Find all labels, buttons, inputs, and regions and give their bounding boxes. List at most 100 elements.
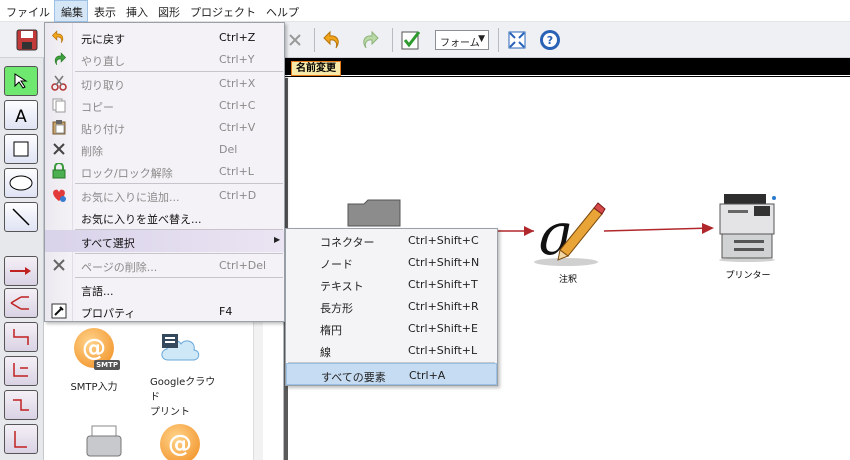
submenu-item-shortcut: Ctrl+Shift+L [408,344,478,357]
submenu-item-label: コネクター [320,236,375,249]
connector-annotation-printer [603,227,713,232]
select-all-submenu: コネクター Ctrl+Shift+C ノード Ctrl+Shift+N テキスト… [285,228,498,386]
menu-item-language[interactable]: 言語... [45,278,284,300]
select-tool[interactable] [4,66,38,96]
undo-icon [323,30,339,49]
ellipse-tool[interactable] [4,168,38,198]
rectangle-tool[interactable] [4,134,38,164]
fit-button[interactable] [504,27,530,53]
submenu-item-node[interactable]: ノード Ctrl+Shift+N [286,251,497,273]
menu-item-paste[interactable]: 貼り付け Ctrl+V [45,116,284,138]
printer-node-label: プリンター [725,271,771,281]
elbow-connector-icon [14,431,27,448]
menu-item-shortcut: Ctrl+Z [219,31,256,44]
menu-project[interactable]: プロジェクト [184,0,260,22]
form-select[interactable]: フォーム ▼ [435,30,489,50]
menu-item-delete[interactable]: 削除 Del [45,138,284,160]
menu-insert[interactable]: 挿入 [120,0,152,22]
menu-help[interactable]: ヘルプ [260,0,303,22]
menu-view[interactable]: 表示 [88,0,120,22]
library-item-imap[interactable]: @ [140,424,220,460]
submenu-item-shortcut: Ctrl+Shift+E [408,322,478,335]
scissors-icon [51,75,67,91]
help-button[interactable]: ? [537,27,563,53]
library-scrollbar[interactable] [253,320,263,460]
menu-item-shortcut: Ctrl+C [219,99,256,112]
pointer-icon [14,73,28,89]
menu-item-shortcut: Ctrl+V [219,121,256,134]
menu-item-label: プロパティ [81,307,136,320]
submenu-item-text[interactable]: テキスト Ctrl+Shift+T [286,273,497,295]
library-item-label: Googleクラウド プリント [150,377,216,418]
menu-item-shortcut: Ctrl+X [219,77,256,90]
menu-item-delete-page[interactable]: ページの削除... Ctrl+Del [45,254,284,276]
line-tool[interactable] [4,202,38,232]
submenu-arrow-icon: ▶ [274,235,281,244]
menu-item-shortcut: Ctrl+L [219,165,254,178]
menu-item-cut[interactable]: 切り取り Ctrl+X [45,72,284,94]
library-item-google-cloud-print[interactable]: Googleクラウド プリント [140,328,220,418]
folder-icon [347,199,401,227]
submenu-item-label: 長方形 [320,302,353,315]
text-icon: A [15,107,27,124]
delete-page-icon [53,259,65,271]
submenu-item-shortcut: Ctrl+Shift+R [408,300,479,313]
annotation-node-icon[interactable]: a [532,198,606,266]
branch-connector-tool[interactable] [4,288,38,318]
edit-menu: 元に戻す Ctrl+Z やり直し Ctrl+Y 切り取り Ctrl+X コピー … [44,22,285,322]
text-tool[interactable]: A [4,100,38,130]
redo-button[interactable] [356,27,382,53]
save-button[interactable] [14,27,40,53]
toolbar-separator [314,28,315,52]
branch-icon [10,296,29,310]
redo-icon [363,30,379,49]
printer-node-icon[interactable] [714,190,780,262]
annotation-node-label: 注釈 [558,275,577,285]
menu-item-properties[interactable]: プロパティ F4 [45,300,284,322]
library-item-printer[interactable] [64,424,144,460]
undo-button[interactable] [320,27,346,53]
lock-icon [52,163,66,179]
menu-edit[interactable]: 編集 [54,0,88,22]
toolbar-separator [498,28,499,52]
library-item-smtp[interactable]: @ SMTP SMTP入力 [54,328,134,393]
menu-item-label: お気に入りを並べ替え... [81,213,202,226]
menu-item-lock[interactable]: ロック/ロック解除 Ctrl+L [45,160,284,182]
library-item-label: SMTP入力 [70,382,118,393]
submenu-item-shortcut: Ctrl+A [409,369,446,382]
menu-item-select-all[interactable]: すべて選択 ▶ [45,230,284,252]
submenu-item-rectangle[interactable]: 長方形 Ctrl+Shift+R [286,295,497,317]
submenu-item-label: テキスト [320,280,364,293]
submenu-item-ellipse[interactable]: 楕円 Ctrl+Shift+E [286,317,497,339]
delete-button[interactable] [282,27,308,53]
help-icon: ? [540,30,560,50]
menu-item-shortcut: F4 [219,305,233,318]
elbow-connector-icon [13,399,29,411]
menu-file[interactable]: ファイル [0,0,54,22]
menu-item-redo[interactable]: やり直し Ctrl+Y [45,48,284,70]
menu-item-label: 貼り付け [81,123,125,136]
copy-icon [52,98,66,113]
submenu-item-connector[interactable]: コネクター Ctrl+Shift+C [286,229,497,251]
submenu-item-line[interactable]: 線 Ctrl+Shift+L [286,339,497,361]
elbow-connector-tool-2[interactable] [4,356,38,386]
menu-item-sort-favorites[interactable]: お気に入りを並べ替え... [45,206,284,228]
menu-item-label: 削除 [81,145,103,158]
submenu-item-all-elements[interactable]: すべての要素 Ctrl+A [286,363,497,385]
tool-strip: A [0,58,44,460]
page-tab-rename[interactable]: 名前変更 [291,61,341,76]
submenu-item-shortcut: Ctrl+Shift+T [408,278,478,291]
menu-item-undo[interactable]: 元に戻す Ctrl+Z [45,26,284,48]
elbow-connector-tool-3[interactable] [4,390,38,420]
chevron-down-icon: ▼ [478,34,485,44]
elbow-connector-tool-4[interactable] [4,424,38,454]
svg-text:?: ? [547,34,553,47]
elbow-connector-tool-1[interactable] [4,322,38,352]
menu-item-copy[interactable]: コピー Ctrl+C [45,94,284,116]
elbow-connector-icon [13,329,29,345]
connector-tool[interactable] [4,256,38,286]
menu-shape[interactable]: 図形 [152,0,184,22]
menu-item-add-favorite[interactable]: お気に入りに追加... Ctrl+D [45,184,284,206]
check-button[interactable] [398,27,424,53]
menu-item-shortcut: Ctrl+Y [219,53,255,66]
